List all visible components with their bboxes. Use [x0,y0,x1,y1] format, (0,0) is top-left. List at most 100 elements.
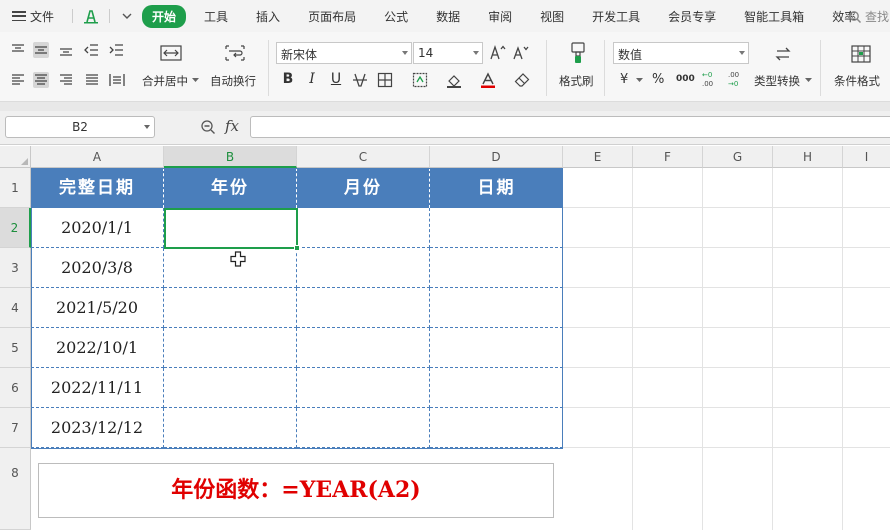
date-cell[interactable]: 2022/10/1 [31,328,164,368]
column-header-f[interactable]: F [633,146,703,168]
column-header-d[interactable]: D [430,146,563,168]
row-header-4[interactable]: 4 [0,288,31,328]
tab-page-layout[interactable]: 页面布局 [308,8,356,25]
wrap-text-button[interactable]: 自动换行 [210,73,256,89]
day-cell[interactable] [430,408,563,448]
header-cell-year[interactable]: 年份 [164,168,297,208]
align-left-icon[interactable] [10,72,26,88]
hamburger-menu-icon[interactable] [12,11,26,21]
decrease-font-size-icon[interactable] [513,44,529,60]
file-menu[interactable]: 文件 [30,8,54,25]
month-cell[interactable] [297,248,430,288]
date-cell[interactable]: 2023/12/12 [31,408,164,448]
row-header-5[interactable]: 5 [0,328,31,368]
align-top-icon[interactable] [10,42,26,58]
year-cell[interactable] [164,288,297,328]
day-cell[interactable] [430,288,563,328]
distributed-align-icon[interactable] [109,72,125,88]
row-header-8[interactable]: 8 [0,448,31,530]
strikethrough-icon[interactable] [352,72,368,88]
bold-button[interactable]: B [279,70,297,88]
header-cell-month[interactable]: 月份 [297,168,430,208]
year-cell[interactable] [164,368,297,408]
font-size-select[interactable]: 14 [413,42,483,64]
row-header-1[interactable]: 1 [0,168,31,208]
type-convert-icon[interactable] [773,44,793,64]
increase-decimal-icon[interactable]: ←0.00 [702,70,718,88]
month-cell[interactable] [297,408,430,448]
wrap-text-icon[interactable] [224,44,246,62]
header-cell-day[interactable]: 日期 [430,168,563,208]
column-header-h[interactable]: H [773,146,843,168]
formula-note-textbox[interactable]: 年份函数：=YEAR(A2) [38,463,554,518]
tab-smart-toolbox[interactable]: 智能工具箱 [744,8,804,25]
fill-color-icon[interactable] [446,72,462,88]
percent-button[interactable]: % [652,72,664,87]
day-cell[interactable] [430,248,563,288]
column-header-b[interactable]: B [164,146,297,168]
underline-button[interactable]: U [327,70,345,88]
day-cell[interactable] [430,328,563,368]
format-painter-icon[interactable] [568,42,588,64]
format-style-icon[interactable] [83,8,99,24]
currency-dropdown-icon[interactable] [636,78,643,83]
increase-font-size-icon[interactable] [490,44,506,60]
column-header-e[interactable]: E [563,146,633,168]
conditional-format-button[interactable]: 条件格式 [834,73,880,89]
tab-home[interactable]: 开始 [142,4,187,28]
column-header-i[interactable]: I [843,146,890,168]
month-cell[interactable] [297,368,430,408]
tab-view[interactable]: 视图 [540,8,564,25]
tab-insert[interactable]: 插入 [256,8,280,25]
function-wizard-button[interactable]: fx [225,117,239,135]
tab-formulas[interactable]: 公式 [384,8,408,25]
month-cell[interactable] [297,328,430,368]
tab-developer[interactable]: 开发工具 [592,8,640,25]
active-cell-selection[interactable] [164,208,300,251]
date-cell[interactable]: 2021/5/20 [31,288,164,328]
year-cell[interactable] [164,408,297,448]
date-cell[interactable]: 2022/11/11 [31,368,164,408]
month-cell[interactable] [297,288,430,328]
tab-data[interactable]: 数据 [436,8,460,25]
month-cell[interactable] [297,208,430,248]
row-header-6[interactable]: 6 [0,368,31,408]
year-cell[interactable] [164,328,297,368]
align-bottom-icon[interactable] [58,42,74,58]
number-format-select[interactable]: 数值 [613,42,749,64]
formula-input[interactable] [250,116,890,138]
search-button[interactable]: 查找 [848,8,889,25]
day-cell[interactable] [430,208,563,248]
tab-tools[interactable]: 工具 [204,8,228,25]
name-box[interactable]: B2 [5,116,155,138]
select-all-corner[interactable] [0,146,31,168]
type-convert-button[interactable]: 类型转换 [754,73,800,89]
date-cell[interactable]: 2020/3/8 [31,248,164,288]
zoom-icon[interactable] [200,119,216,135]
quick-access-dropdown-icon[interactable] [122,11,132,21]
fill-handle[interactable] [294,245,300,251]
type-convert-dropdown-icon[interactable] [805,78,812,83]
column-header-g[interactable]: G [703,146,773,168]
justify-icon[interactable] [84,72,100,88]
row-header-2[interactable]: 2 [0,208,31,248]
clear-format-icon[interactable] [514,72,530,88]
decrease-decimal-icon[interactable]: .00 →0 [728,70,744,88]
decrease-indent-icon[interactable] [84,42,100,58]
borders-icon[interactable] [377,72,393,88]
currency-button[interactable]: ¥ [620,72,628,87]
merge-center-button[interactable]: 合并居中 [142,73,188,89]
thousands-separator-button[interactable]: 000 [676,74,695,84]
conditional-format-icon[interactable] [851,44,871,64]
format-painter-button[interactable]: 格式刷 [559,73,594,89]
align-center-icon[interactable] [33,72,49,88]
align-right-icon[interactable] [58,72,74,88]
font-color-icon[interactable] [480,72,496,88]
header-cell-full-date[interactable]: 完整日期 [31,168,164,208]
merge-dropdown-icon[interactable] [192,78,199,83]
column-header-a[interactable]: A [31,146,164,168]
tab-review[interactable]: 审阅 [488,8,512,25]
row-header-7[interactable]: 7 [0,408,31,448]
merge-center-icon[interactable] [160,44,182,62]
italic-button[interactable]: I [303,70,321,88]
